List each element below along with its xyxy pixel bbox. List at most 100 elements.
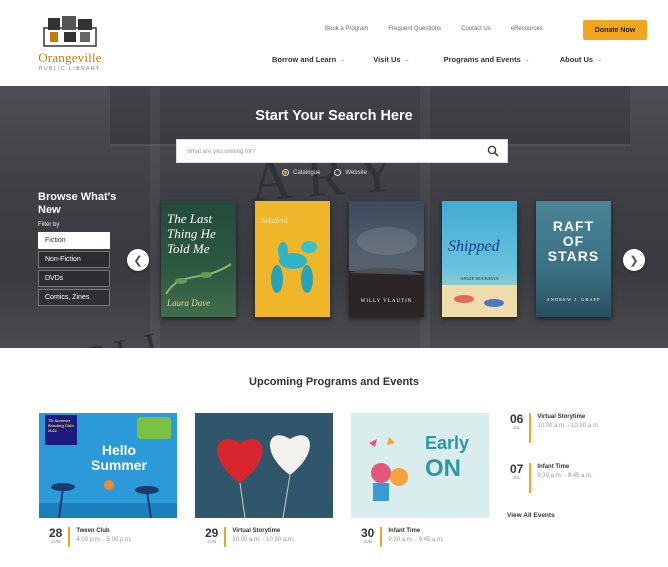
site-header: Orangeville PUBLIC LIBRARY Book a Progra… xyxy=(0,0,668,86)
chevron-down-icon: ⌄ xyxy=(524,57,530,63)
chevron-down-icon: ⌄ xyxy=(404,57,410,63)
date-day: 29 xyxy=(205,526,219,540)
beach-illustration xyxy=(442,285,517,317)
view-all-events-link[interactable]: View All Events xyxy=(507,512,555,519)
book-cover[interactable]: RAFT OF STARS ANDREW J. GRAFF xyxy=(536,201,611,317)
util-link-faq[interactable]: Frequent Questions xyxy=(388,26,441,32)
event-item[interactable]: 29 JUN Virtual Storytime 10:00 a.m. - 10… xyxy=(205,527,294,547)
nav-programs-and-events[interactable]: Programs and Events ⌄ xyxy=(444,55,530,64)
event-date: 06 JUL xyxy=(510,413,523,430)
event-item[interactable]: 06 JUL Virtual Storytime 10:00 a.m. - 10… xyxy=(510,413,650,443)
reading-club-badge: TD Summer Reading Club 2022 xyxy=(45,415,77,445)
kids-illustration xyxy=(369,437,408,501)
event-name: Virtual Storytime xyxy=(537,414,586,420)
accent-bar xyxy=(529,463,532,493)
book-title: Seinfeld xyxy=(261,216,288,225)
event-card-image[interactable]: TD Summer Reading Club 2022 Hello Summer xyxy=(39,413,177,518)
event-name: Tween Club xyxy=(76,528,110,534)
book-cover[interactable]: The Last Thing He Told Me Laura Dave xyxy=(161,201,236,317)
event-date: 29 JUN xyxy=(205,527,218,544)
logo-icon xyxy=(42,14,98,48)
scope-catalogue[interactable]: Catalogue xyxy=(282,169,320,176)
filter-non-fiction[interactable]: Non-Fiction xyxy=(38,251,110,268)
event-date: 30 JUN xyxy=(361,527,374,544)
accent-bar xyxy=(380,527,383,547)
nav-visit-us[interactable]: Visit Us ⌄ xyxy=(373,55,409,64)
event-info: Virtual Storytime 10:00 a.m. - 10:30 a.m… xyxy=(232,527,294,545)
event-card-image[interactable] xyxy=(195,413,333,518)
scope-label: Catalogue xyxy=(293,169,321,176)
search-input[interactable] xyxy=(177,141,477,163)
pillar-decor xyxy=(150,86,160,348)
event-name: Infant Time xyxy=(537,464,570,470)
donate-button[interactable]: Donate Now xyxy=(583,20,647,40)
filter-fiction[interactable]: Fiction xyxy=(38,232,110,249)
palm-trees-illustration xyxy=(39,480,177,518)
browse-panel: Browse What's New Filter by Fiction Non-… xyxy=(38,191,118,308)
event-image-text: ON xyxy=(425,455,461,482)
carousel-prev-button[interactable]: ❮ xyxy=(127,249,149,271)
book-author: Laura Dave xyxy=(167,298,211,308)
chevron-down-icon: ⌄ xyxy=(340,57,346,63)
event-item[interactable]: 30 JUN Infant Time 9:30 a.m. - 9:45 a.m. xyxy=(361,527,444,547)
event-info: Tween Club 4:00 p.m. - 5:00 p.m. xyxy=(76,527,131,545)
filter-list: Fiction Non-Fiction DVDs Comics, Zines xyxy=(38,232,110,306)
event-time: 10:00 a.m. - 10:30 a.m. xyxy=(232,537,295,543)
book-title: RAFT OF STARS xyxy=(547,218,600,264)
nav-borrow-and-learn[interactable]: Borrow and Learn ⌄ xyxy=(272,55,345,64)
event-time: 4:00 p.m. - 5:00 p.m. xyxy=(76,537,132,543)
scope-label: Website xyxy=(345,169,367,176)
hero-title: Start Your Search Here xyxy=(255,108,413,124)
nav-label: Borrow and Learn xyxy=(272,55,337,64)
nav-about-us[interactable]: About Us ⌄ xyxy=(560,55,602,64)
filter-label: Filter by xyxy=(38,222,60,228)
book-cover[interactable]: Shipped ANGIE HOCKMAN xyxy=(442,201,517,317)
filter-dvds[interactable]: DVDs xyxy=(38,270,110,287)
leaf-decor-icon xyxy=(165,263,232,295)
balloon-dog-icon xyxy=(271,241,317,293)
util-link-contact[interactable]: Contact Us xyxy=(461,26,491,32)
events-section-title: Upcoming Programs and Events xyxy=(249,376,419,388)
event-card-image[interactable]: Early ON xyxy=(351,413,489,518)
date-day: 07 xyxy=(510,462,524,476)
event-time: 10:00 a.m. - 10:30 a.m. xyxy=(537,423,600,429)
scope-website[interactable]: Website xyxy=(334,169,367,176)
book-title: Shipped xyxy=(448,238,500,255)
accent-bar xyxy=(224,527,227,547)
logo-subtitle: PUBLIC LIBRARY xyxy=(39,66,101,72)
filter-comics[interactable]: Comics, Zines xyxy=(38,289,110,306)
event-info: Infant Time 9:30 a.m. - 9:45 a.m. xyxy=(388,527,443,545)
book-cover[interactable]: Seinfeld xyxy=(255,201,330,317)
event-time: 9:30 a.m. - 9:45 a.m. xyxy=(537,473,593,479)
event-item[interactable]: 07 JUL Infant Time 9:30 a.m. - 9:45 a.m. xyxy=(510,463,650,493)
carousel-next-button[interactable]: ❯ xyxy=(623,249,645,271)
library-logo[interactable]: Orangeville PUBLIC LIBRARY xyxy=(30,14,110,72)
event-info: Infant Time 9:30 a.m. - 9:45 a.m. xyxy=(537,463,592,481)
accent-bar xyxy=(529,413,532,443)
logo-name: Orangeville xyxy=(38,50,102,65)
utility-nav: Book a Program Frequent Questions Contac… xyxy=(325,26,543,32)
event-date: 28 JUN xyxy=(49,527,62,544)
chevron-down-icon: ⌄ xyxy=(597,57,603,63)
event-image-text: Hello Summer xyxy=(90,442,148,473)
event-date: 07 JUL xyxy=(510,463,523,480)
main-nav: Borrow and Learn ⌄ Visit Us ⌄ Programs a… xyxy=(272,55,602,64)
book-cover[interactable]: WILLY VLAUTIN xyxy=(349,201,424,317)
util-link-eresources[interactable]: eResources xyxy=(511,26,543,32)
book-author: ANGIE HOCKMAN xyxy=(460,276,499,281)
event-time: 9:30 a.m. - 9:45 a.m. xyxy=(388,537,444,543)
heart-balloons-illustration xyxy=(217,435,310,518)
nav-label: About Us xyxy=(559,55,594,64)
building-lettering-decor: PUBLI xyxy=(17,321,169,348)
nav-label: Programs and Events xyxy=(443,55,521,64)
hero-banner: ARY PUBLI Start Your Search Here Catalog… xyxy=(0,86,668,348)
book-author: ANDREW J. GRAFF xyxy=(546,297,601,302)
search-scope-options: Catalogue Website xyxy=(282,169,367,176)
util-link-book-program[interactable]: Book a Program xyxy=(325,26,368,32)
search-icon[interactable] xyxy=(487,145,499,157)
book-author: WILLY VLAUTIN xyxy=(360,299,413,304)
browse-title: Browse What's New xyxy=(38,191,117,216)
date-day: 06 xyxy=(510,412,524,426)
event-item[interactable]: 28 JUN Tween Club 4:00 p.m. - 5:00 p.m. xyxy=(49,527,132,547)
radio-icon xyxy=(334,169,342,176)
